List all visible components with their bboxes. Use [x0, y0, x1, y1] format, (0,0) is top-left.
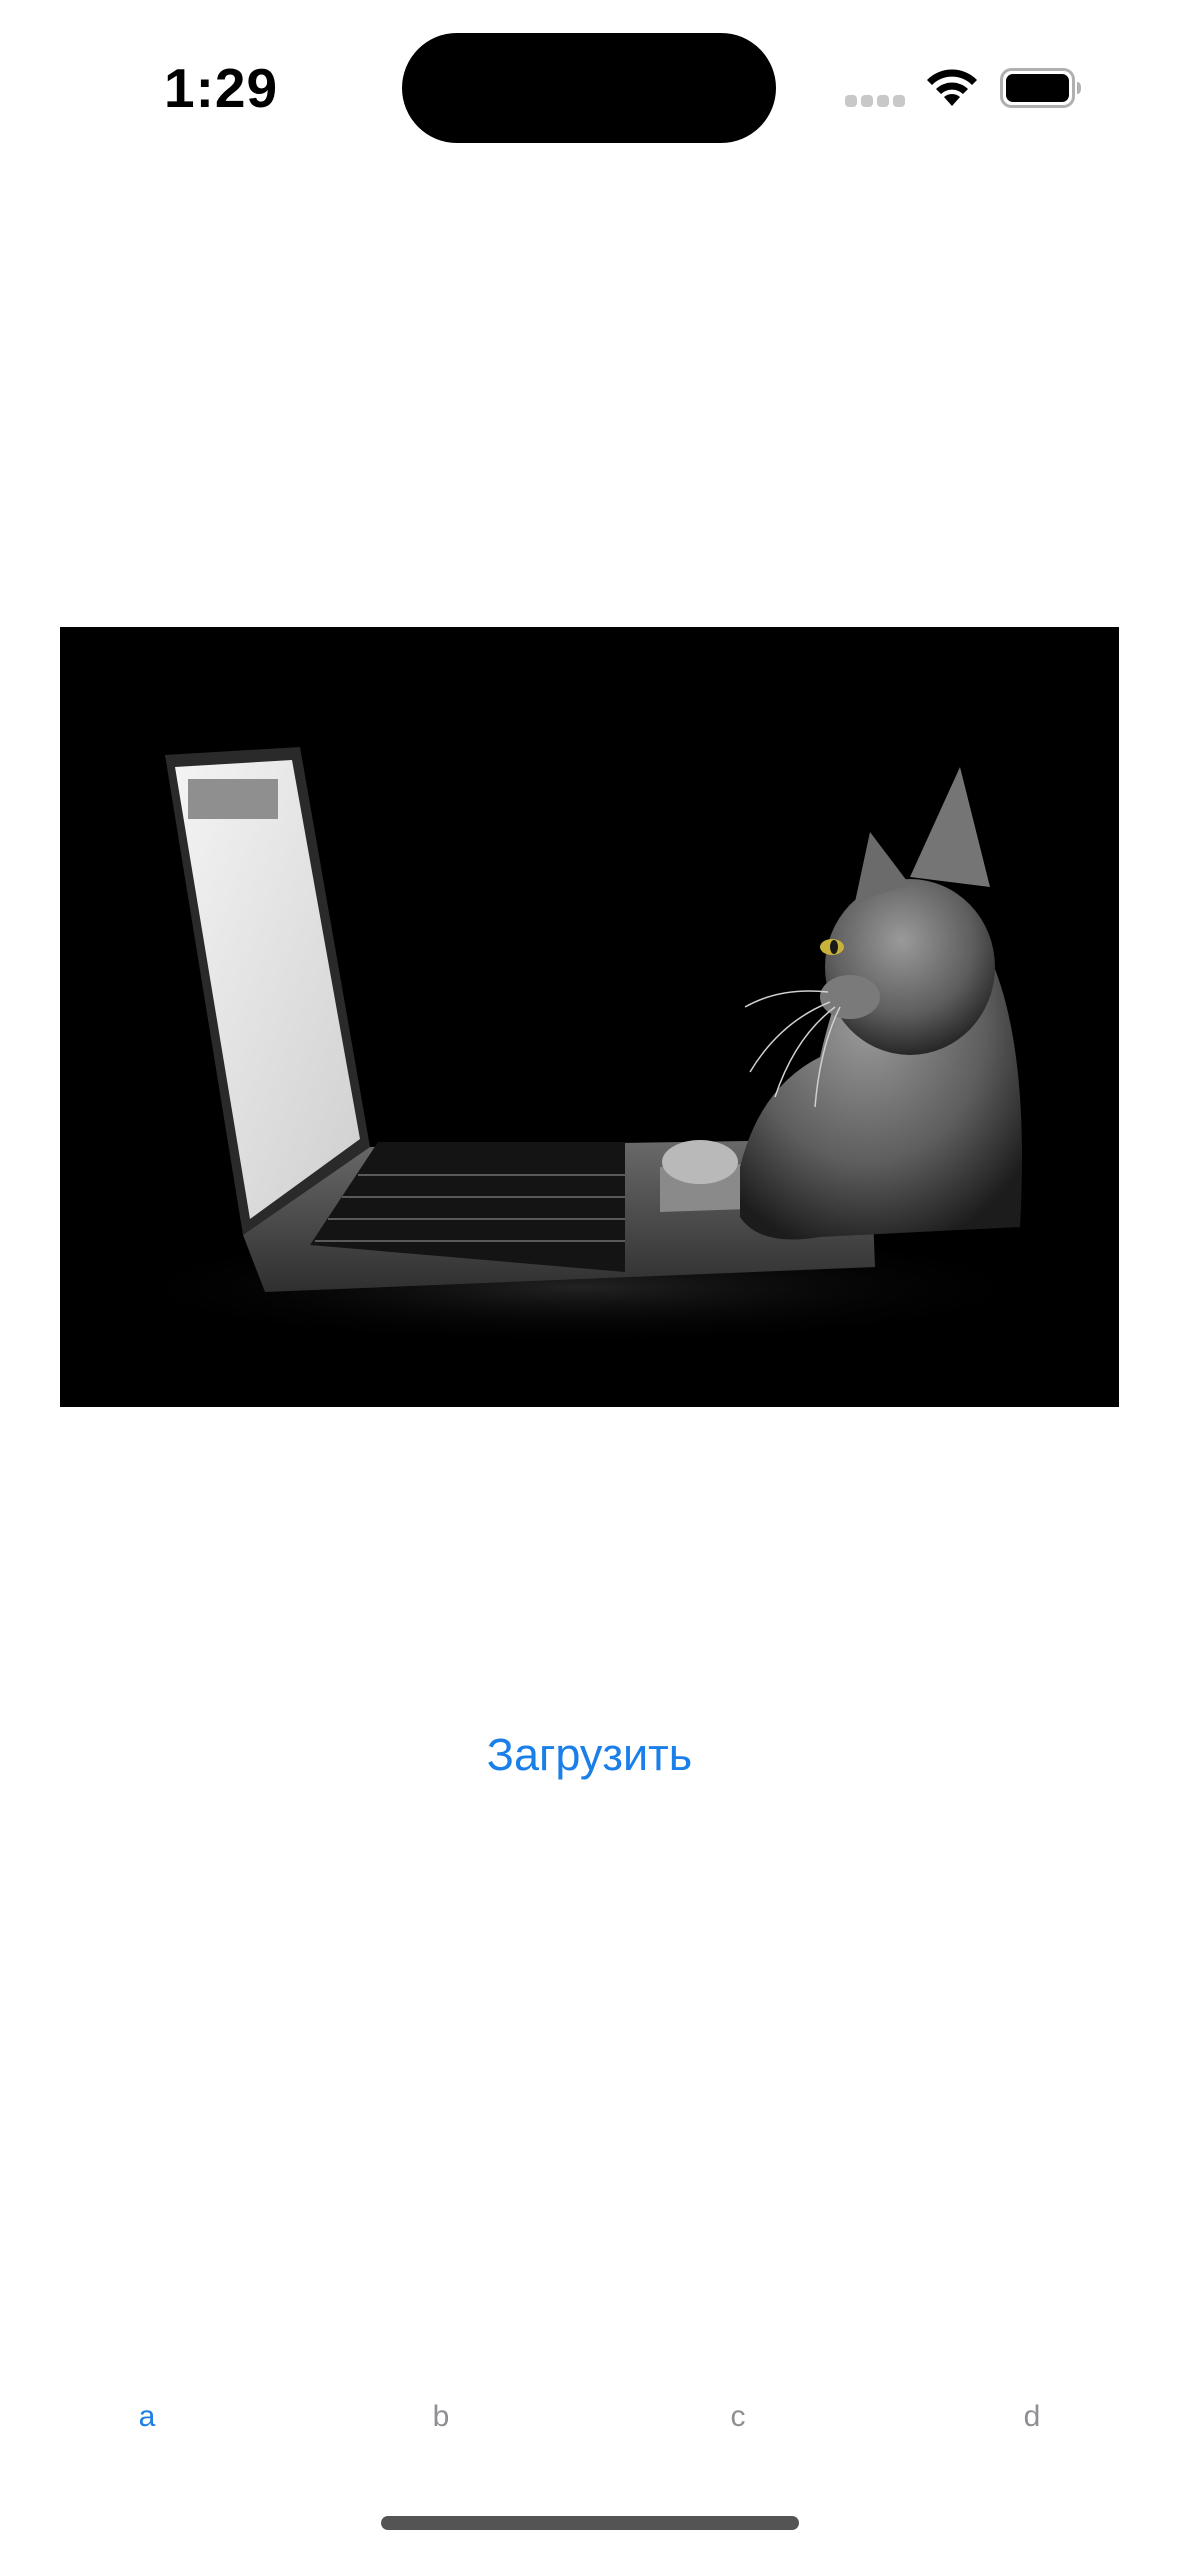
status-bar: 1:29 [0, 0, 1179, 150]
battery-icon [1000, 68, 1081, 108]
signal-icon [845, 95, 905, 107]
wifi-icon [927, 69, 977, 106]
load-button-label: Загрузить [486, 1729, 693, 1780]
tab-b[interactable]: b [381, 2400, 501, 2434]
tab-bar: a b c d [0, 2400, 1179, 2470]
home-indicator[interactable] [381, 2516, 799, 2530]
tab-a[interactable]: a [87, 2400, 207, 2434]
dynamic-island [402, 33, 776, 143]
cat-laptop-photo [60, 627, 1119, 1407]
app-screen: 1:29 Загрузить a b c d [0, 0, 1179, 2556]
tab-d[interactable]: d [972, 2400, 1092, 2434]
status-time: 1:29 [164, 57, 279, 119]
tab-c[interactable]: c [678, 2400, 798, 2434]
load-button[interactable]: Загрузить [0, 1720, 1179, 1790]
photo-illustration [60, 627, 1119, 1407]
